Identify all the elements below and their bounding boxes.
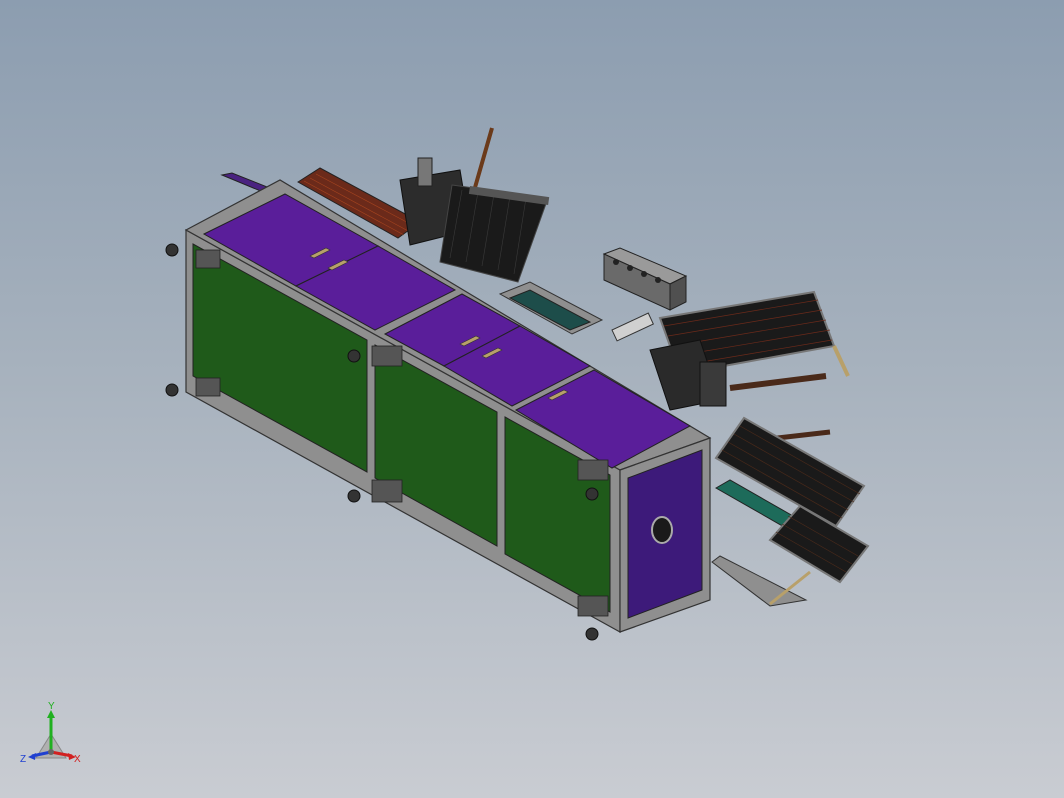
roller (611, 312, 654, 342)
leveling-foot (585, 627, 599, 641)
motor (699, 361, 727, 407)
z-arrow-icon (28, 753, 36, 760)
z-axis-label: Z (20, 754, 26, 765)
hinge (577, 459, 609, 481)
button-hole (627, 265, 633, 271)
graphics-viewport[interactable]: Y X Z (0, 0, 1064, 798)
hinge (371, 345, 403, 367)
triad-origin (48, 749, 54, 755)
hinge (195, 249, 221, 269)
shaft (729, 373, 827, 391)
cylinder (417, 157, 433, 187)
lower-frame (711, 555, 808, 607)
leveling-foot (165, 243, 179, 257)
hinge (195, 377, 221, 397)
leveling-foot (347, 489, 361, 503)
leveling-foot (347, 349, 361, 363)
end-port (651, 516, 673, 544)
hinge (371, 479, 403, 503)
button-hole (655, 277, 661, 283)
leveling-foot (585, 487, 599, 501)
hinge (577, 595, 609, 617)
button-hole (641, 271, 647, 277)
y-axis-label: Y (48, 701, 55, 712)
x-axis-label: X (74, 754, 81, 765)
cad-model[interactable] (0, 0, 1064, 798)
coordinate-triad: Y X Z (20, 701, 81, 765)
tray-leg (832, 345, 850, 377)
button-hole (613, 259, 619, 265)
leveling-foot (165, 383, 179, 397)
